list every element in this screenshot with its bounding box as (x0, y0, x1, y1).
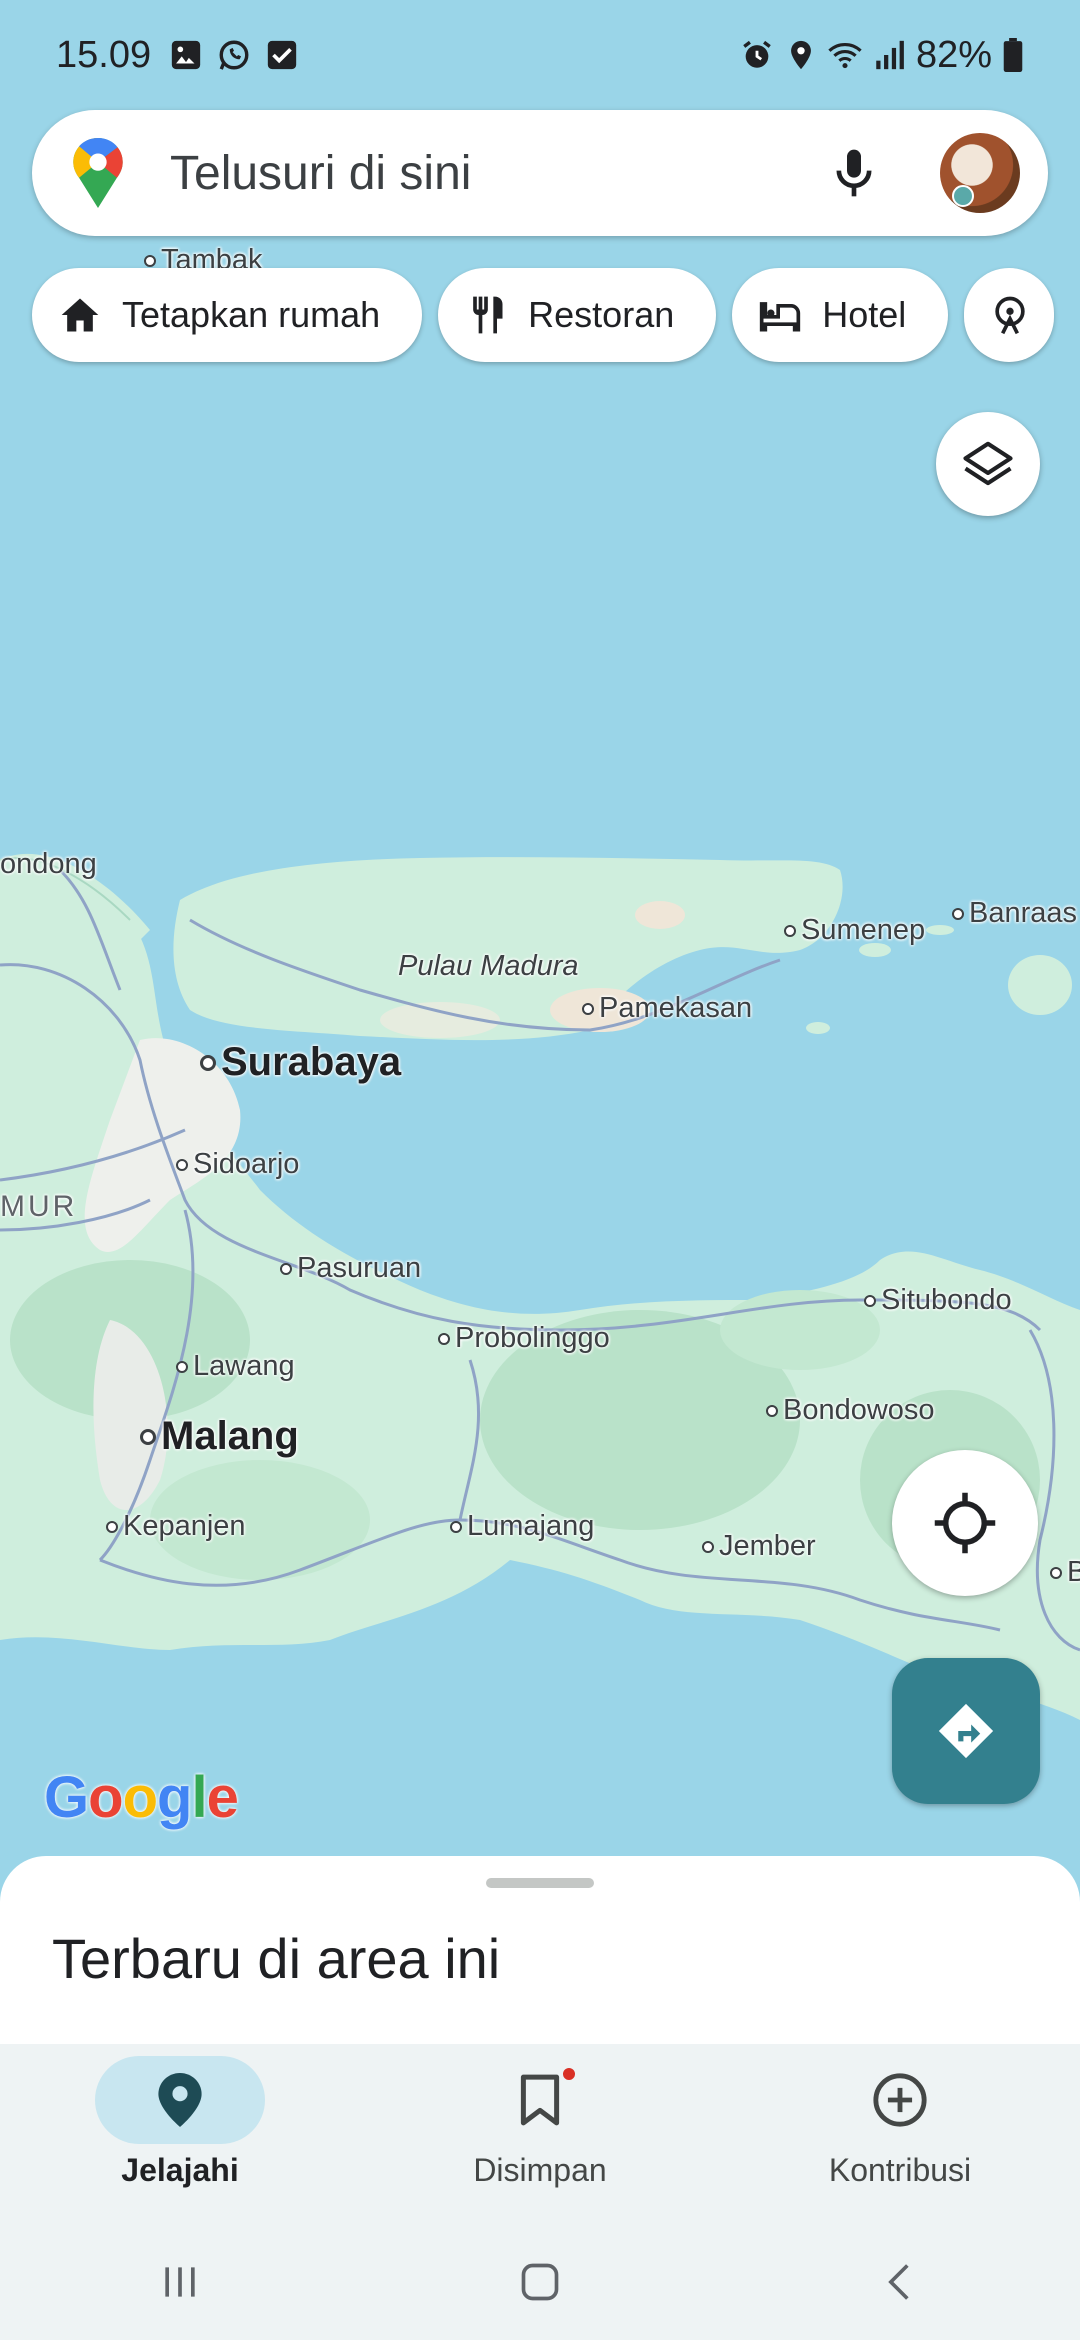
nav-saved-pill (455, 2056, 625, 2144)
back-chevron-icon (888, 2264, 909, 2300)
google-logo: Google (44, 1765, 239, 1830)
battery-icon (1003, 38, 1023, 72)
search-bar[interactable]: Telusuri di sini (32, 110, 1048, 236)
directions-button[interactable] (892, 1658, 1040, 1804)
hotel-icon (760, 302, 801, 332)
place-pamekasan[interactable]: Pamekasan (582, 992, 752, 1025)
back-button[interactable] (870, 2252, 930, 2312)
place-dot-icon (176, 1158, 188, 1171)
place-dot-icon (864, 1294, 876, 1307)
nav-explore-pill (95, 2056, 265, 2144)
my-location-button[interactable] (892, 1450, 1038, 1596)
place-lumajang[interactable]: Lumajang (450, 1510, 594, 1543)
place-malang[interactable]: Malang (140, 1414, 299, 1459)
wifi-icon (828, 43, 862, 69)
place-situbondo[interactable]: Situbondo (864, 1284, 1012, 1317)
place-lawang[interactable]: Lawang (176, 1350, 295, 1383)
place-banraas[interactable]: Banraas (952, 897, 1077, 930)
category-chips: Tetapkan rumah Restoran Hotel (32, 268, 1055, 362)
nav-contribute[interactable]: Kontribusi (720, 2044, 1080, 2224)
place-dot-icon (176, 1360, 188, 1373)
chip-attraction[interactable] (964, 268, 1055, 362)
nav-explore[interactable]: Jelajahi (0, 2044, 360, 2224)
nav-contribute-pill (815, 2056, 985, 2144)
place-dot-icon (438, 1332, 450, 1345)
place-dot-icon (280, 1262, 292, 1275)
place-dot-icon (766, 1404, 778, 1417)
layers-button[interactable] (936, 412, 1040, 516)
place-dot-icon (1050, 1566, 1062, 1579)
crosshair-icon (934, 1492, 996, 1554)
attraction-icon (995, 296, 1025, 335)
battery-percent: 82% (915, 33, 992, 76)
place-dot-icon (140, 1428, 156, 1445)
place-jember[interactable]: Jember (702, 1530, 816, 1563)
place-dot-icon (582, 1002, 594, 1015)
location-icon (791, 40, 811, 70)
checkbox-icon (267, 40, 297, 70)
place-dot-icon (784, 924, 796, 937)
place-dot-icon (200, 1054, 216, 1071)
sheet-drag-handle[interactable] (486, 1878, 594, 1888)
place-probolinggo[interactable]: Probolinggo (438, 1322, 610, 1355)
place-sumenep[interactable]: Sumenep (784, 914, 925, 947)
directions-icon (938, 1703, 994, 1759)
home-icon (61, 298, 99, 332)
home-square-icon (521, 2263, 559, 2301)
chip-hotel[interactable]: Hotel (732, 268, 949, 362)
notification-dot (561, 2066, 577, 2082)
gallery-icon (171, 40, 201, 70)
region-label: MUR (0, 1190, 78, 1223)
system-navigation-bar (0, 2224, 1080, 2340)
signal-icon (876, 40, 904, 70)
status-bar: 15.09 82% (0, 0, 1080, 110)
google-maps-pin-icon (73, 138, 123, 208)
avatar[interactable] (940, 133, 1020, 213)
bottom-sheet[interactable]: Terbaru di area ini (0, 1856, 1080, 2046)
place-surabaya[interactable]: Surabaya (200, 1040, 401, 1085)
chip-set-home[interactable]: Tetapkan rumah (32, 268, 423, 362)
bottom-navigation: Jelajahi Disimpan Kontribusi (0, 2044, 1080, 2224)
sheet-title: Terbaru di area ini (52, 1927, 501, 1990)
place-dot-icon (144, 254, 156, 267)
place-bondong[interactable]: ondong (0, 848, 97, 881)
bookmark-icon (520, 2074, 560, 2126)
explore-pin-icon (158, 2073, 202, 2127)
place-bondowoso[interactable]: Bondowoso (766, 1394, 935, 1427)
recent-apps-button[interactable] (150, 2252, 210, 2312)
add-circle-icon (873, 2073, 927, 2127)
chip-restaurant[interactable]: Restoran (438, 268, 717, 362)
place-dot-icon (702, 1540, 714, 1553)
place-edge-b[interactable]: B (1050, 1556, 1080, 1589)
mic-icon[interactable] (826, 145, 882, 201)
alarm-icon (743, 40, 771, 68)
place-dot-icon (450, 1520, 462, 1533)
place-pulau-madura[interactable]: Pulau Madura (398, 950, 579, 983)
home-button[interactable] (510, 2252, 570, 2312)
recent-apps-icon (165, 2267, 195, 2297)
restaurant-icon (473, 296, 503, 334)
place-kepanjen[interactable]: Kepanjen (106, 1510, 246, 1543)
place-dot-icon (106, 1520, 118, 1533)
layers-icon (963, 441, 1013, 486)
search-input[interactable]: Telusuri di sini (170, 146, 826, 201)
place-dot-icon (952, 907, 964, 920)
whatsapp-icon (219, 40, 249, 70)
nav-saved[interactable]: Disimpan (360, 2044, 720, 2224)
place-pasuruan[interactable]: Pasuruan (280, 1252, 421, 1285)
status-time: 15.09 (56, 33, 152, 76)
place-sidoarjo[interactable]: Sidoarjo (176, 1148, 299, 1181)
